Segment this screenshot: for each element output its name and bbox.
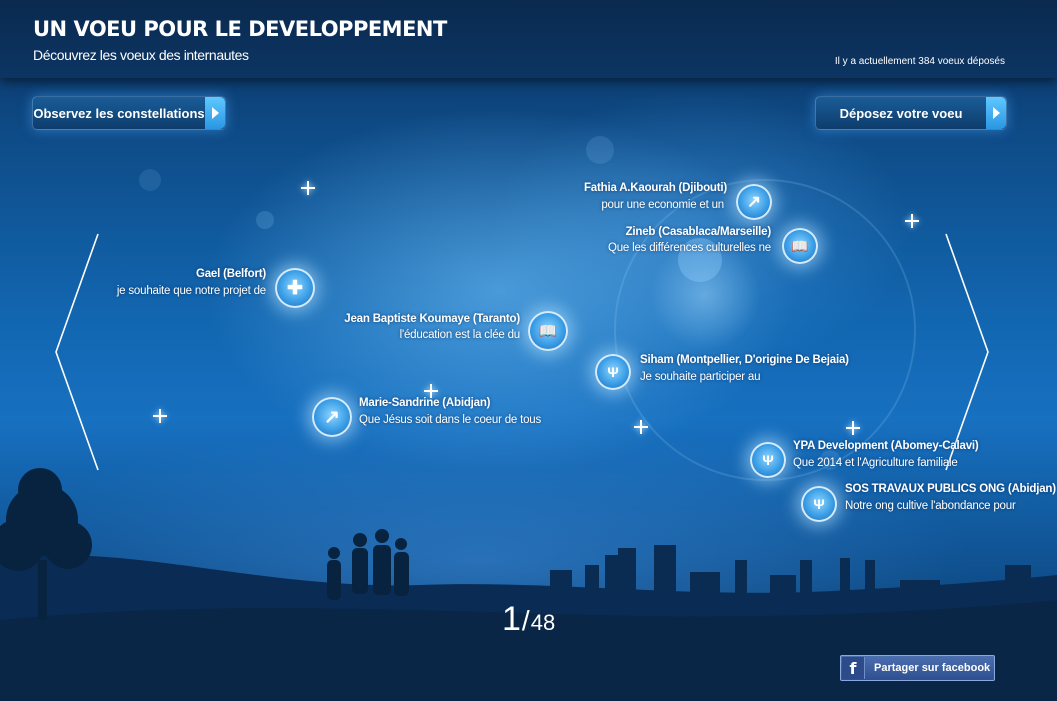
night-sky-stage: UN VOEU POUR LE DEVELOPPEMENT Découvrez … — [0, 0, 1057, 701]
wish-text: Notre ong cultive l'abondance pour — [845, 500, 1016, 512]
observe-constellations-button[interactable]: Observez les constellations — [32, 96, 226, 130]
page-indicator: 1/48 — [502, 600, 555, 639]
star-sparkle-icon — [846, 421, 860, 435]
submit-wish-label: Déposez votre voeu — [839, 105, 963, 121]
arrow-up-right-icon[interactable]: ↗ — [736, 184, 772, 220]
wish-author: Fathia A.Kaourah (Djibouti) — [583, 182, 727, 194]
wish-text: Que 2014 et l'Agriculture familiale — [793, 457, 958, 469]
wish-item[interactable]: Zineb (Casablaca/Marseille) Que les diff… — [600, 226, 780, 262]
share-facebook-button[interactable]: f Partager sur facebook — [840, 655, 995, 681]
wish-text: pour une economie et un — [601, 199, 724, 211]
wish-author: Siham (Montpellier, D'origine De Bejaia) — [640, 354, 849, 366]
next-chevron-icon[interactable] — [940, 230, 1000, 475]
observe-constellations-label: Observez les constellations — [33, 105, 205, 121]
wish-text: je souhaite que notre projet de — [116, 285, 266, 297]
wish-author: Marie-Sandrine (Abidjan) — [359, 397, 491, 409]
wish-item[interactable]: Jean Baptiste Koumaye (Taranto) l'éducat… — [330, 313, 520, 349]
arrow-right-icon — [986, 97, 1006, 129]
page-header: UN VOEU POUR LE DEVELOPPEMENT Découvrez … — [0, 0, 1057, 78]
wish-author: Zineb (Casablaca/Marseille) — [625, 226, 772, 238]
wish-text: Que les différences culturelles ne — [607, 242, 771, 254]
wish-text: Que Jésus soit dans le coeur de tous — [359, 414, 542, 426]
wish-author: SOS TRAVAUX PUBLICS ONG (Abidjan) — [845, 483, 1056, 495]
wish-item[interactable]: Marie-Sandrine (Abidjan) Que Jésus soit … — [359, 397, 549, 431]
book-icon[interactable]: 📖 — [528, 311, 568, 351]
wheat-icon[interactable]: Ψ — [801, 486, 837, 522]
share-facebook-label: Partager sur facebook — [874, 662, 991, 674]
star-sparkle-icon — [153, 409, 167, 423]
wish-author: Jean Baptiste Koumaye (Taranto) — [344, 313, 520, 325]
previous-chevron-icon[interactable] — [50, 230, 110, 475]
wheat-icon[interactable]: Ψ — [595, 354, 631, 390]
submit-wish-button[interactable]: Déposez votre voeu — [815, 96, 1007, 130]
page-subtitle: Découvrez les voeux des internautes — [33, 47, 249, 63]
wish-author: Gael (Belfort) — [195, 268, 266, 280]
arrow-up-right-icon[interactable]: ↗ — [312, 397, 352, 437]
wish-text: Je souhaite participer au — [640, 371, 761, 383]
health-cross-icon[interactable]: ✚ — [275, 268, 315, 308]
star-sparkle-icon — [634, 420, 648, 434]
wish-item[interactable]: Gael (Belfort) je souhaite que notre pro… — [100, 268, 268, 304]
page-title: UN VOEU POUR LE DEVELOPPEMENT — [33, 17, 447, 41]
facebook-icon: f — [842, 657, 865, 679]
star-sparkle-icon — [905, 214, 919, 228]
wish-item[interactable]: Siham (Montpellier, D'origine De Bejaia)… — [640, 354, 855, 388]
book-icon[interactable]: 📖 — [782, 228, 818, 264]
wish-item[interactable]: SOS TRAVAUX PUBLICS ONG (Abidjan) Notre … — [845, 483, 1056, 517]
arrow-right-icon — [205, 97, 225, 129]
page-separator: / — [521, 605, 530, 636]
wish-text: l'éducation est la clée du — [399, 329, 521, 341]
star-sparkle-icon — [424, 384, 438, 398]
wish-count: Il y a actuellement 384 voeux déposés — [834, 56, 1005, 67]
wish-item[interactable]: YPA Development (Abomey-Calavi) Que 2014… — [793, 440, 983, 474]
wheat-icon[interactable]: Ψ — [750, 442, 786, 478]
wish-author: YPA Development (Abomey-Calavi) — [793, 440, 979, 452]
current-page: 1 — [502, 600, 521, 638]
total-pages: 48 — [530, 610, 556, 635]
star-sparkle-icon — [301, 181, 315, 195]
